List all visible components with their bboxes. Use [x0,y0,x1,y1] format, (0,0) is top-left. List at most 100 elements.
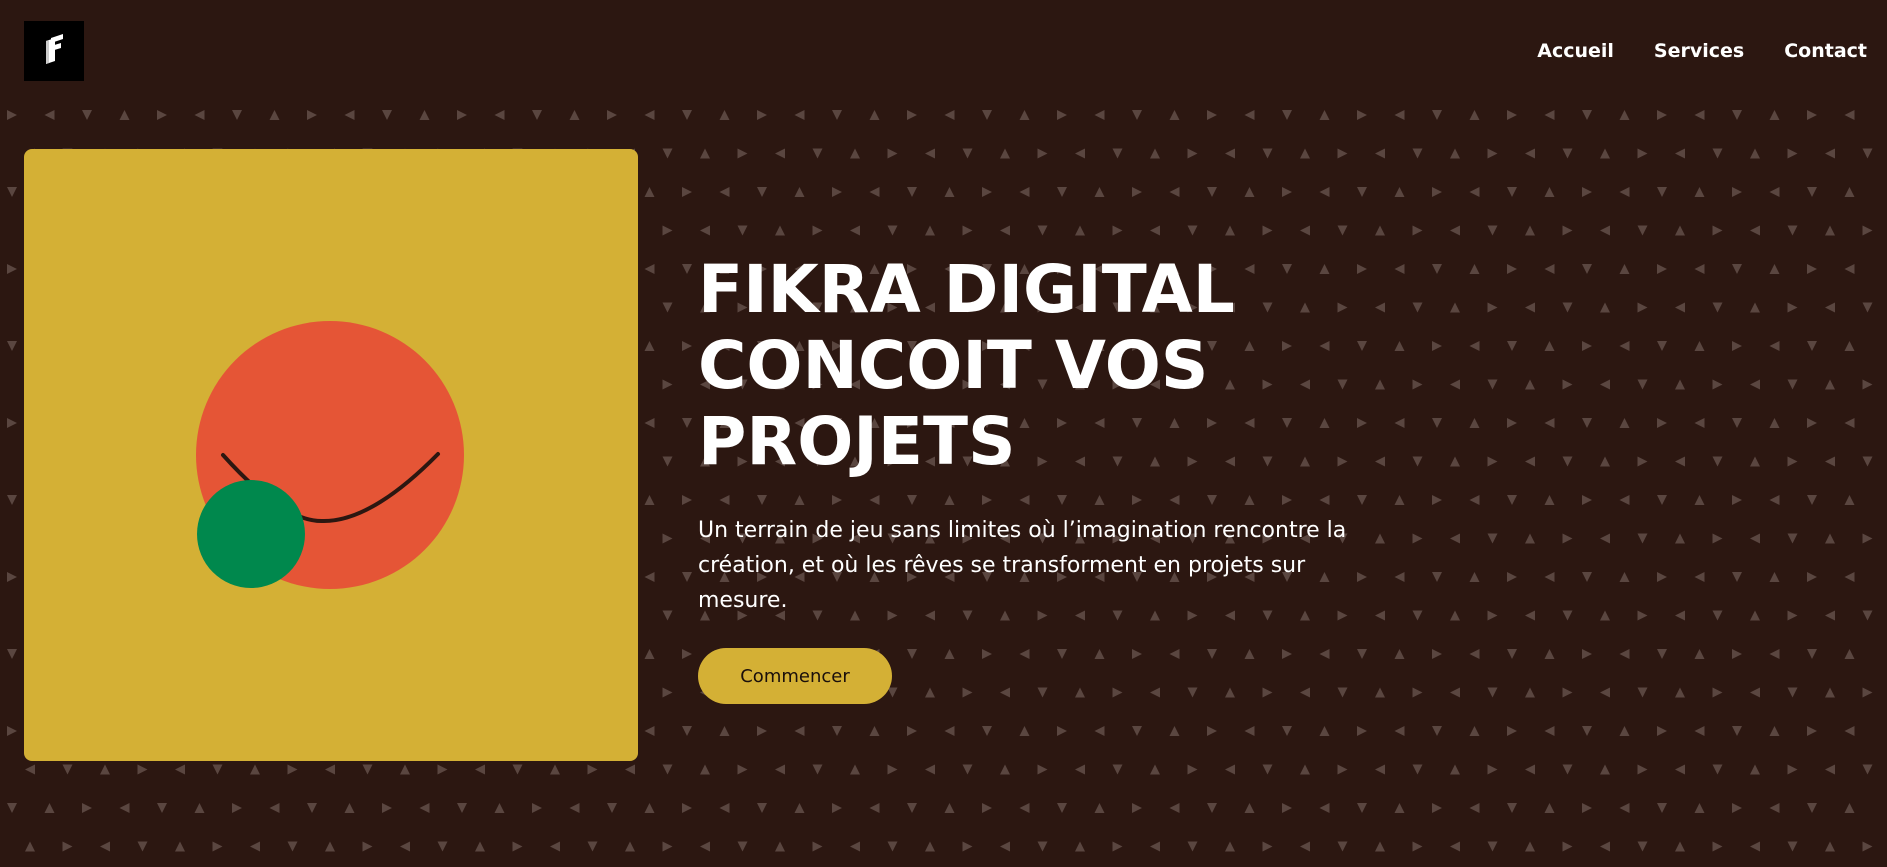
pattern-triangle [400,764,410,775]
pattern-triangle [1694,341,1705,351]
nav-link-accueil[interactable]: Accueil [1537,36,1614,66]
pattern-triangle [512,764,523,775]
pattern-triangle [737,841,748,852]
pattern-triangle [1825,764,1835,775]
pattern-triangle [1487,533,1498,544]
pattern-triangle [812,841,823,852]
pattern-triangle [1525,687,1535,698]
pattern-triangle [382,803,392,813]
pattern-triangle [944,803,955,813]
pattern-triangle [1657,418,1667,428]
nav-link-services[interactable]: Services [1654,36,1744,66]
pattern-triangle [962,841,973,852]
pattern-triangle [1769,572,1780,582]
logo[interactable] [24,21,84,81]
pattern-triangle [475,764,485,775]
pattern-triangle [1582,110,1592,120]
pattern-triangle [1075,148,1085,159]
pattern-triangle [1825,687,1835,698]
site-header: Accueil Services Contact [0,0,1887,98]
pattern-triangle [1000,764,1010,775]
pattern-triangle [644,495,655,505]
pattern-triangle [737,764,748,775]
pattern-triangle [662,841,673,852]
pattern-triangle [287,841,298,852]
pattern-triangle [1675,687,1685,698]
pattern-triangle [1150,225,1160,236]
pattern-triangle [1844,418,1855,428]
pattern-triangle [1675,148,1685,159]
pattern-triangle [1469,803,1480,813]
pattern-triangle [232,110,242,120]
pattern-triangle [25,764,35,775]
pattern-triangle [1750,379,1760,390]
pattern-triangle [982,803,992,813]
pattern-triangle [1825,225,1835,236]
pattern-triangle [662,610,673,621]
pattern-triangle [625,841,635,852]
pattern-triangle [1469,418,1480,428]
pattern-triangle [569,110,580,120]
pattern-triangle [400,841,410,852]
pattern-triangle [1637,610,1648,621]
pattern-triangle [1244,110,1255,120]
pattern-triangle [1619,572,1630,582]
pattern-triangle [1282,803,1292,813]
pattern-triangle [100,841,110,852]
pattern-triangle [1712,379,1723,390]
pattern-triangle [1337,764,1348,775]
pattern-triangle [1619,341,1630,351]
pattern-triangle [1787,764,1798,775]
pattern-triangle [1619,187,1630,197]
pattern-triangle [1337,225,1348,236]
pattern-triangle [1000,841,1010,852]
pattern-triangle [1525,610,1535,621]
pattern-triangle [1862,148,1873,159]
pattern-triangle [82,110,92,120]
pattern-triangle [1544,726,1555,736]
pattern-triangle [1657,726,1667,736]
hero-content: FIKRA DIGITAL CONCOIT VOS PROJETS Un ter… [698,252,1418,704]
pattern-triangle [757,187,767,197]
pattern-triangle [1844,649,1855,659]
pattern-triangle [1862,764,1873,775]
pattern-triangle [1207,187,1217,197]
main-nav: Accueil Services Contact [1537,36,1887,66]
pattern-triangle [1732,110,1742,120]
pattern-triangle [1112,764,1123,775]
pattern-triangle [1019,110,1030,120]
pattern-triangle [644,110,655,120]
pattern-triangle [1432,341,1442,351]
pattern-triangle [250,764,260,775]
pattern-triangle [812,225,823,236]
pattern-triangle [1244,726,1255,736]
pattern-triangle [1712,610,1723,621]
pattern-triangle [512,841,523,852]
hero-description: Un terrain de jeu sans limites où l’imag… [698,518,1347,613]
pattern-triangle [1675,456,1685,467]
pattern-triangle [7,110,17,120]
pattern-triangle [157,803,167,813]
pattern-triangle [1807,264,1817,274]
start-button[interactable]: Commencer [698,648,892,704]
pattern-triangle [1787,533,1798,544]
pattern-triangle [1787,841,1798,852]
pattern-triangle [494,803,505,813]
pattern-triangle [1057,803,1067,813]
pattern-triangle [1000,148,1010,159]
pattern-triangle [644,726,655,736]
pattern-triangle [775,764,785,775]
pattern-triangle [1712,225,1723,236]
pattern-triangle [1244,187,1255,197]
nav-link-contact[interactable]: Contact [1784,36,1867,66]
pattern-triangle [644,803,655,813]
pattern-triangle [1562,225,1573,236]
pattern-triangle [1600,379,1610,390]
pattern-triangle [1112,225,1123,236]
pattern-triangle [1450,841,1460,852]
pattern-triangle [662,148,673,159]
pattern-triangle [1675,841,1685,852]
pattern-triangle [1487,456,1498,467]
pattern-triangle [1357,726,1367,736]
pattern-triangle [419,110,430,120]
